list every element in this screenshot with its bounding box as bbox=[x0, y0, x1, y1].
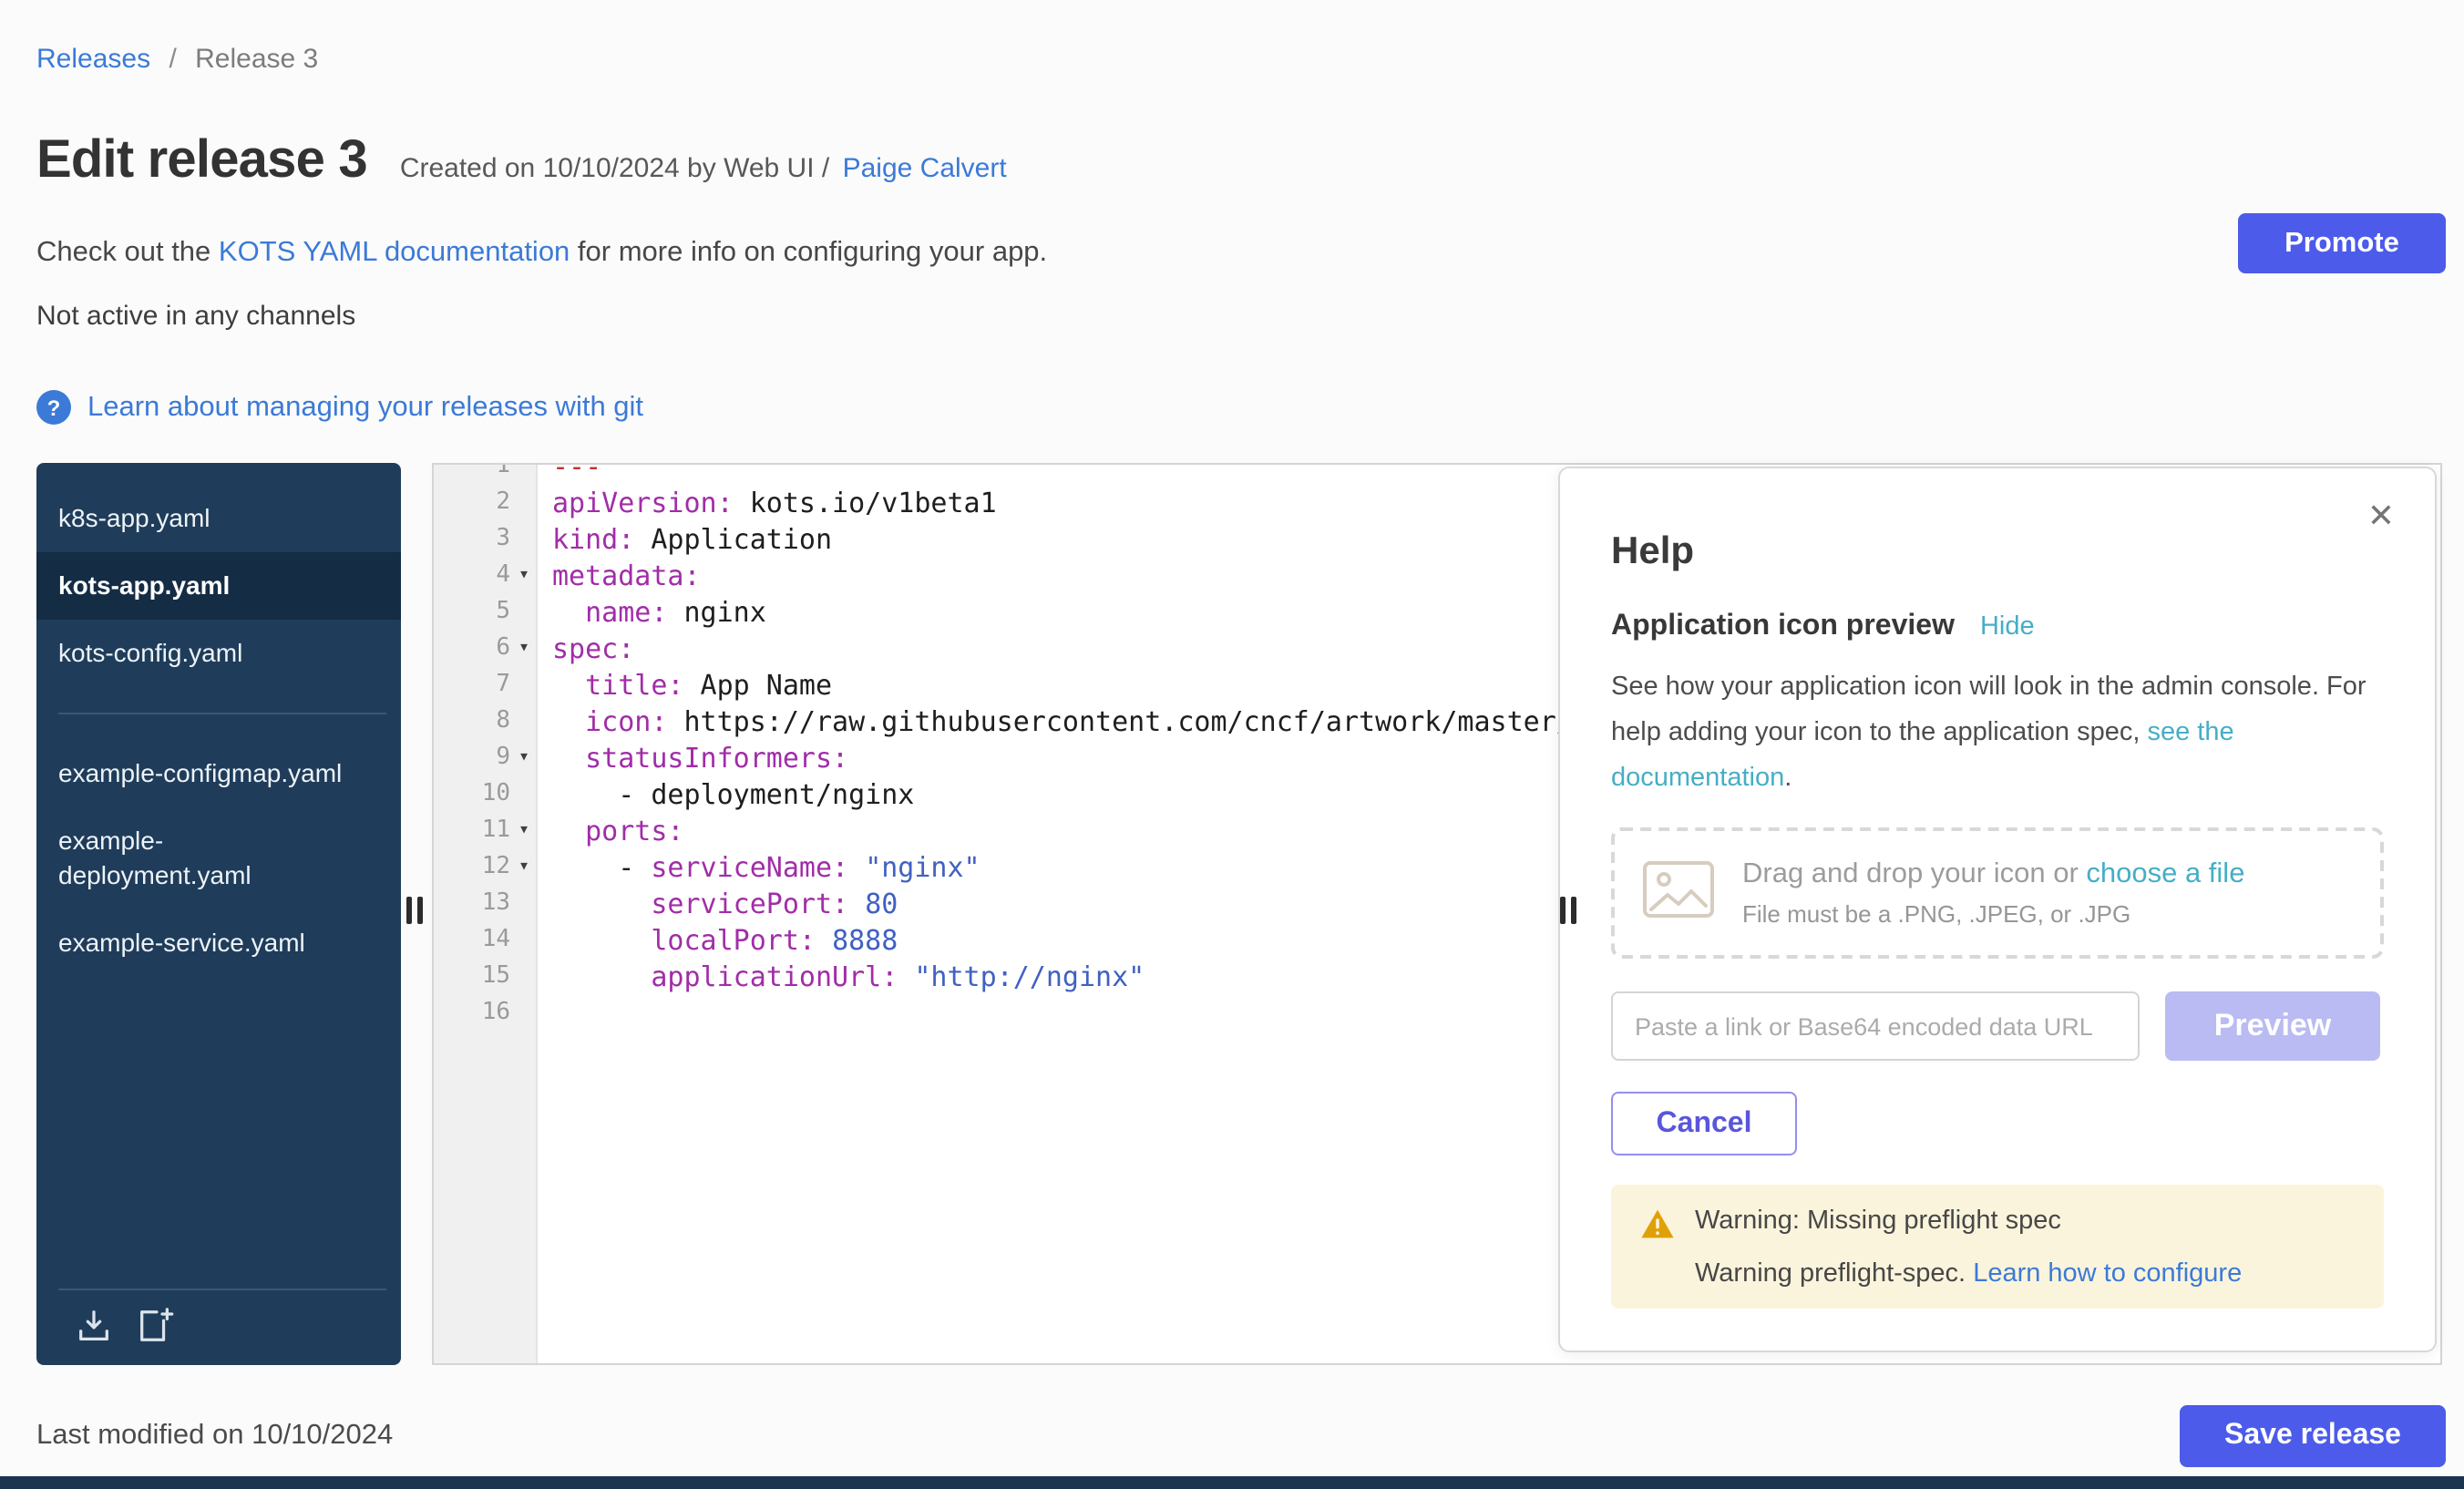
new-file-icon[interactable] bbox=[133, 1307, 177, 1345]
created-info: Created on 10/10/2024 by Web UI / Paige … bbox=[400, 153, 1007, 184]
breadcrumb-separator: / bbox=[169, 44, 176, 75]
cancel-button[interactable]: Cancel bbox=[1611, 1092, 1797, 1155]
file-tree-divider bbox=[58, 713, 386, 714]
dropzone-text: Drag and drop your icon or choose a file… bbox=[1742, 858, 2244, 928]
file-tree: k8s-app.yamlkots-app.yamlkots-config.yam… bbox=[36, 463, 401, 1365]
image-placeholder-icon bbox=[1642, 859, 1715, 927]
gutter-cell: 12▾ bbox=[434, 849, 538, 886]
warning-line1: Warning: Missing preflight spec bbox=[1695, 1207, 2242, 1236]
dropzone-file-types: File must be a .PNG, .JPEG, or .JPG bbox=[1742, 900, 2244, 928]
gutter-cell: 15 bbox=[434, 959, 538, 995]
help-panel: ✕ Help Application icon preview Hide See… bbox=[1558, 467, 2437, 1352]
help-panel-resize-handle[interactable] bbox=[1560, 897, 1576, 924]
icon-preview-header: Application icon preview Hide bbox=[1611, 611, 2384, 643]
gutter-cell: 14 bbox=[434, 922, 538, 959]
file-item-k8s-app-yaml[interactable]: k8s-app.yaml bbox=[36, 485, 401, 552]
gutter-cell: 2 bbox=[434, 485, 538, 521]
gutter-cell: 6▾ bbox=[434, 631, 538, 667]
help-description-suffix: . bbox=[1784, 764, 1792, 793]
upload-file-icon[interactable] bbox=[75, 1307, 113, 1345]
question-icon: ? bbox=[36, 390, 71, 425]
last-modified: Last modified on 10/10/2024 bbox=[36, 1420, 393, 1453]
warning-line2: Warning preflight-spec. Learn how to con… bbox=[1695, 1259, 2242, 1289]
doc-hint: Check out the KOTS YAML documentation fo… bbox=[36, 237, 1047, 270]
fold-arrow-icon[interactable]: ▾ bbox=[510, 558, 538, 594]
doc-hint-prefix: Check out the bbox=[36, 237, 219, 268]
kots-yaml-docs-link[interactable]: KOTS YAML documentation bbox=[219, 237, 570, 268]
help-panel-title: Help bbox=[1611, 530, 2384, 574]
preflight-warning: Warning: Missing preflight spec Warning … bbox=[1611, 1185, 2384, 1309]
file-item-kots-config-yaml[interactable]: kots-config.yaml bbox=[36, 620, 401, 687]
fold-arrow-icon[interactable]: ▾ bbox=[510, 849, 538, 886]
file-item-example-configmap-yaml[interactable]: example-configmap.yaml bbox=[36, 740, 401, 807]
author-link[interactable]: Paige Calvert bbox=[843, 153, 1007, 184]
save-release-button[interactable]: Save release bbox=[2180, 1405, 2446, 1467]
gutter-cell: 4▾ bbox=[434, 558, 538, 594]
file-tree-actions bbox=[36, 1290, 401, 1365]
file-item-example-service-yaml[interactable]: example-service.yaml bbox=[36, 909, 401, 977]
warning-line2-text: Warning preflight-spec. bbox=[1695, 1259, 1973, 1289]
gutter-cell: 10 bbox=[434, 776, 538, 813]
git-help-row: ? Learn about managing your releases wit… bbox=[36, 390, 643, 425]
icon-preview-title: Application icon preview bbox=[1611, 611, 1955, 643]
choose-file-link[interactable]: choose a file bbox=[2086, 858, 2244, 889]
close-icon[interactable]: ✕ bbox=[2367, 498, 2395, 536]
doc-hint-suffix: for more info on configuring your app. bbox=[570, 237, 1047, 268]
breadcrumb-current: Release 3 bbox=[195, 44, 318, 75]
git-releases-link[interactable]: Learn about managing your releases with … bbox=[87, 391, 643, 424]
gutter-cell: 11▾ bbox=[434, 813, 538, 849]
icon-url-input[interactable] bbox=[1611, 991, 2140, 1061]
created-text: Created on 10/10/2024 by Web UI / bbox=[400, 153, 829, 184]
warning-text: Warning: Missing preflight spec Warning … bbox=[1695, 1207, 2242, 1287]
gutter-cell: 1 bbox=[434, 463, 538, 485]
gutter-cell: 9▾ bbox=[434, 740, 538, 776]
file-item-example-deployment-yaml[interactable]: example-deployment.yaml bbox=[36, 807, 401, 909]
preview-button[interactable]: Preview bbox=[2165, 991, 2380, 1061]
workspace: k8s-app.yamlkots-app.yamlkots-config.yam… bbox=[0, 463, 2464, 1365]
page-title: Edit release 3 bbox=[36, 131, 367, 191]
file-item-kots-app-yaml[interactable]: kots-app.yaml bbox=[36, 552, 401, 620]
icon-url-row: Preview bbox=[1611, 991, 2384, 1061]
hide-link[interactable]: Hide bbox=[1980, 612, 2035, 642]
gutter-cell: 3 bbox=[434, 521, 538, 558]
gutter-cell: 8 bbox=[434, 703, 538, 740]
gutter-cell: 16 bbox=[434, 995, 538, 1032]
title-row: Edit release 3 Created on 10/10/2024 by … bbox=[36, 131, 1007, 191]
warning-icon bbox=[1640, 1208, 1675, 1287]
fold-arrow-icon[interactable]: ▾ bbox=[510, 740, 538, 776]
gutter-cell: 7 bbox=[434, 667, 538, 703]
fold-arrow-icon[interactable]: ▾ bbox=[510, 813, 538, 849]
configure-preflight-link[interactable]: Learn how to configure bbox=[1973, 1259, 2242, 1289]
channel-status: Not active in any channels bbox=[36, 301, 355, 332]
breadcrumb-releases-link[interactable]: Releases bbox=[36, 44, 150, 75]
page: Releases / Release 3 Edit release 3 Crea… bbox=[0, 0, 2464, 1489]
fold-arrow-icon[interactable]: ▾ bbox=[510, 631, 538, 667]
promote-button[interactable]: Promote bbox=[2238, 213, 2446, 273]
breadcrumb: Releases / Release 3 bbox=[36, 44, 318, 75]
help-description-text: See how your application icon will look … bbox=[1611, 673, 2366, 747]
gutter-cell: 13 bbox=[434, 886, 538, 922]
icon-dropzone[interactable]: Drag and drop your icon or choose a file… bbox=[1611, 827, 2384, 959]
file-tree-footer bbox=[36, 1289, 401, 1365]
sidebar-resize-handle[interactable] bbox=[406, 897, 423, 924]
dropzone-line1-text: Drag and drop your icon or bbox=[1742, 858, 2086, 889]
file-list: k8s-app.yamlkots-app.yamlkots-config.yam… bbox=[36, 463, 401, 977]
bottom-bar bbox=[0, 1476, 2464, 1489]
gutter-cell: 5 bbox=[434, 594, 538, 631]
help-description: See how your application icon will look … bbox=[1611, 665, 2384, 802]
